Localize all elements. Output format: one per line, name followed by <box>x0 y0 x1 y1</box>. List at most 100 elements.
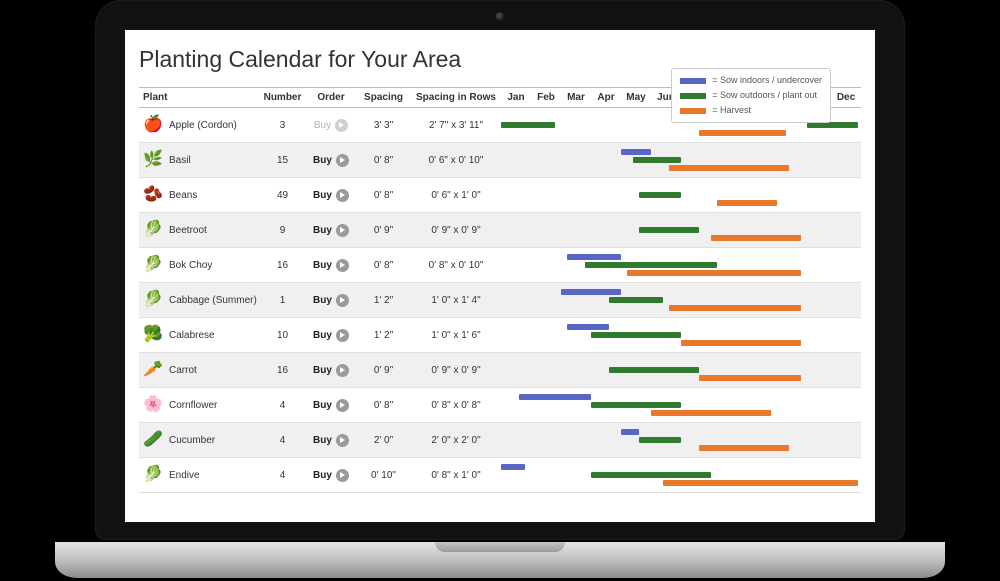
laptop-deck <box>55 542 945 578</box>
col-month[interactable]: Mar <box>561 88 591 108</box>
play-icon <box>336 189 349 202</box>
spacing-rows-cell: 0' 8" x 1' 0" <box>411 458 501 493</box>
plant-cell[interactable]: 🥬Bok Choy <box>139 248 259 283</box>
plant-cell[interactable]: 🌸Cornflower <box>139 388 259 423</box>
plant-cell[interactable]: 🌿Basil <box>139 143 259 178</box>
outdoors-bar <box>591 402 681 408</box>
indoors-bar <box>621 429 639 435</box>
calendar-cell <box>501 178 861 213</box>
table-row: 🌸Cornflower4Buy0' 8"0' 8" x 0' 8" <box>139 388 861 423</box>
buy-button[interactable]: Buy <box>313 189 349 202</box>
plant-cell[interactable]: 🥕Carrot <box>139 353 259 388</box>
calendar-cell <box>501 213 861 248</box>
buy-button[interactable]: Buy <box>314 119 348 132</box>
table-row: 🥬Endive4Buy0' 10"0' 8" x 1' 0" <box>139 458 861 493</box>
table-row: 🌿Basil15Buy0' 8"0' 6" x 0' 10" <box>139 143 861 178</box>
col-plant[interactable]: Plant <box>139 88 259 108</box>
indoors-bar <box>561 289 621 295</box>
play-icon <box>336 399 349 412</box>
laptop-lid: Planting Calendar for Your Area Plant Nu… <box>95 0 905 540</box>
spacing-rows-cell: 2' 7" x 3' 11" <box>411 108 501 143</box>
buy-button[interactable]: Buy <box>313 259 349 272</box>
spacing-cell: 2' 0" <box>356 423 411 458</box>
spacing-cell: 0' 8" <box>356 248 411 283</box>
col-spacing[interactable]: Spacing <box>356 88 411 108</box>
plant-cell[interactable]: 🥒Cucumber <box>139 423 259 458</box>
col-month[interactable]: May <box>621 88 651 108</box>
harvest-bar <box>699 130 786 136</box>
table-row: 🥬Bok Choy16Buy0' 8"0' 8" x 0' 10" <box>139 248 861 283</box>
spacing-cell: 0' 10" <box>356 458 411 493</box>
outdoors-bar <box>639 192 681 198</box>
spacing-cell: 0' 9" <box>356 213 411 248</box>
table-row: 🫘Beans49Buy0' 8"0' 6" x 1' 0" <box>139 178 861 213</box>
col-spacing-rows[interactable]: Spacing in Rows <box>411 88 501 108</box>
buy-label: Buy <box>313 155 332 166</box>
spacing-cell: 3' 3" <box>356 108 411 143</box>
legend-item-indoors: = Sow indoors / undercover <box>680 73 822 88</box>
camera-icon <box>496 12 505 21</box>
calendar-cell <box>501 423 861 458</box>
col-month[interactable]: Dec <box>831 88 861 108</box>
order-cell: Buy <box>306 283 356 318</box>
spacing-cell: 1' 2" <box>356 318 411 353</box>
plant-cell[interactable]: 🥬 Endive <box>139 458 259 493</box>
indoors-bar <box>567 254 621 260</box>
play-icon <box>336 469 349 482</box>
buy-button[interactable]: Buy <box>313 399 349 412</box>
order-cell: Buy <box>306 423 356 458</box>
plant-cell[interactable]: 🍎Apple (Cordon) <box>139 108 259 143</box>
number-cell: 1 <box>259 283 306 318</box>
laptop-frame: Planting Calendar for Your Area Plant Nu… <box>95 0 905 570</box>
number-cell: 9 <box>259 213 306 248</box>
buy-button[interactable]: Buy <box>313 224 349 237</box>
play-icon <box>336 329 349 342</box>
plant-name: Beans <box>169 190 197 201</box>
buy-button[interactable]: Buy <box>313 294 349 307</box>
col-month[interactable]: Feb <box>531 88 561 108</box>
spacing-rows-cell: 0' 8" x 0' 10" <box>411 248 501 283</box>
plant-icon: 🫘 <box>143 185 163 205</box>
spacing-cell: 0' 8" <box>356 388 411 423</box>
legend: = Sow indoors / undercover = Sow outdoor… <box>671 68 831 123</box>
spacing-rows-cell: 1' 0" x 1' 6" <box>411 318 501 353</box>
legend-item-outdoors: = Sow outdoors / plant out <box>680 88 822 103</box>
plant-cell[interactable]: 🥬Beetroot <box>139 213 259 248</box>
plant-cell[interactable]: 🫘 Beans <box>139 178 259 213</box>
buy-button[interactable]: Buy <box>313 434 349 447</box>
plant-icon: 🥬 <box>143 255 163 275</box>
buy-button[interactable]: Buy <box>313 329 349 342</box>
calendar-cell <box>501 143 861 178</box>
order-cell: Buy <box>306 458 356 493</box>
spacing-rows-cell: 0' 8" x 0' 8" <box>411 388 501 423</box>
buy-button[interactable]: Buy <box>313 364 349 377</box>
plant-icon: 🍎 <box>143 115 163 135</box>
plant-name: Endive <box>169 470 200 481</box>
harvest-bar <box>663 480 858 486</box>
plant-icon: 🥬 <box>143 465 163 485</box>
col-number[interactable]: Number <box>259 88 306 108</box>
plant-cell[interactable]: 🥦Calabrese <box>139 318 259 353</box>
buy-button[interactable]: Buy <box>313 154 349 167</box>
legend-swatch-harvest-icon <box>680 108 706 114</box>
buy-label: Buy <box>313 365 332 376</box>
indoors-bar <box>621 149 651 155</box>
plant-cell[interactable]: 🥬Cabbage (Summer) <box>139 283 259 318</box>
buy-button[interactable]: Buy <box>313 469 349 482</box>
col-month[interactable]: Jan <box>501 88 531 108</box>
legend-swatch-indoors-icon <box>680 78 706 84</box>
number-cell: 4 <box>259 423 306 458</box>
order-cell: Buy <box>306 213 356 248</box>
harvest-bar <box>699 375 801 381</box>
outdoors-bar <box>585 262 717 268</box>
col-month[interactable]: Apr <box>591 88 621 108</box>
plant-name: Calabrese <box>169 330 215 341</box>
col-order[interactable]: Order <box>306 88 356 108</box>
buy-label: Buy <box>313 260 332 271</box>
order-cell: Buy <box>306 318 356 353</box>
plant-icon: 🥬 <box>143 290 163 310</box>
number-cell: 3 <box>259 108 306 143</box>
harvest-bar <box>669 305 801 311</box>
buy-label: Buy <box>314 120 331 131</box>
outdoors-bar <box>501 122 555 128</box>
